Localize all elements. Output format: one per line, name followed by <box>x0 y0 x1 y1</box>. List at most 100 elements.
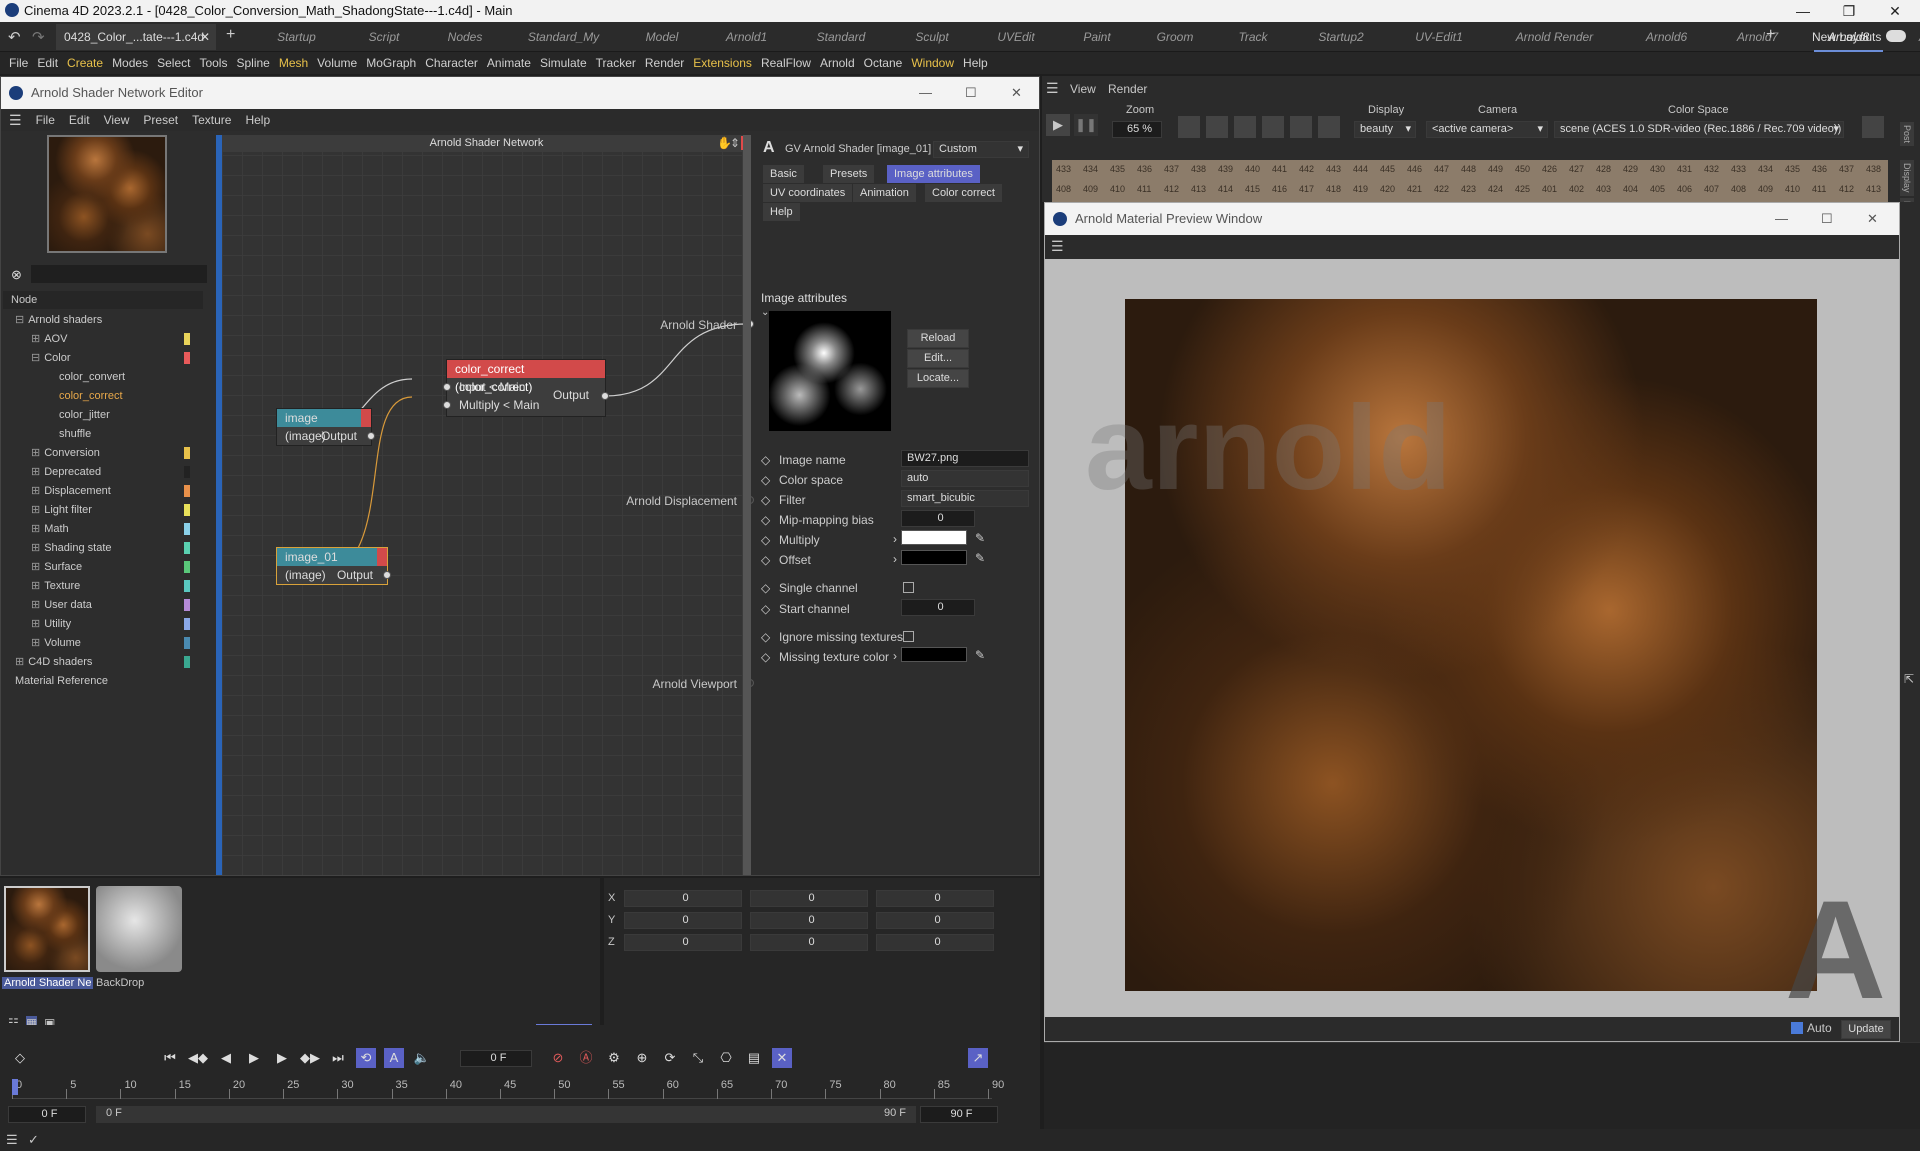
layout-tab-startup[interactable]: Startup <box>262 22 331 52</box>
minimize-button[interactable]: — <box>1775 203 1788 235</box>
layout-tab-standard[interactable]: Standard <box>803 22 879 52</box>
tab-uv-coordinates[interactable]: UV coordinates <box>763 184 853 202</box>
tree-item-arnold-shaders[interactable]: ⊟ Arnold shaders <box>15 311 102 329</box>
canvas-scrollbar[interactable] <box>743 135 751 875</box>
layout-tab-uvedit[interactable]: UVEdit <box>985 22 1047 52</box>
tree-expand-icon[interactable]: ⊟ <box>31 352 40 364</box>
menu-simulate[interactable]: Simulate <box>540 56 587 70</box>
camera-dropdown[interactable]: <active camera> ▾ <box>1426 121 1548 138</box>
menu-arnold[interactable]: Arnold <box>820 56 855 70</box>
tree-expand-icon[interactable]: ⊞ <box>15 656 24 668</box>
menu-render[interactable]: Render <box>645 56 684 70</box>
tree-expand-icon[interactable]: ⊞ <box>31 637 40 649</box>
expand-chevron-icon[interactable]: › <box>893 532 897 546</box>
minimize-button[interactable]: — <box>1780 0 1826 22</box>
render-pause-button[interactable]: ❚❚ <box>1074 114 1098 136</box>
undo-icon[interactable]: ↶ <box>8 28 21 46</box>
material-thumb-arnold[interactable] <box>4 886 90 972</box>
material-label-arnold[interactable]: Arnold Shader Ne <box>2 977 94 989</box>
tree-item-aov[interactable]: ⊞ AOV <box>31 330 67 348</box>
start-channel-field[interactable]: 0 <box>901 599 975 616</box>
node-image-01-output-port[interactable] <box>383 571 391 579</box>
keyframe-icon[interactable]: ◇ <box>761 513 770 527</box>
offset-color-swatch[interactable] <box>901 550 967 565</box>
menu-spline[interactable]: Spline <box>236 56 269 70</box>
layout-tab-arnold7[interactable]: Arnold7 <box>1723 22 1792 52</box>
view-menu[interactable]: View <box>1070 82 1096 96</box>
tree-item-shuffle[interactable]: shuffle <box>47 425 91 443</box>
playhead[interactable] <box>12 1079 18 1095</box>
display-dropdown[interactable]: beauty ▾ <box>1354 121 1416 138</box>
coord-field-y[interactable]: 0 <box>876 912 994 929</box>
close-button[interactable]: ✕ <box>1872 0 1918 22</box>
start-frame-field[interactable]: 0 F <box>8 1106 86 1123</box>
render-play-button[interactable]: ▶ <box>1046 114 1070 136</box>
node-search-input[interactable] <box>31 265 207 283</box>
layout-tab-arnold-render[interactable]: Arnold Render <box>1499 22 1610 52</box>
clear-search-icon[interactable]: ⊗ <box>11 267 22 283</box>
next-frame-icon[interactable]: ▶ <box>272 1048 292 1068</box>
keyframe-mode-icon[interactable]: ◇ <box>10 1048 30 1068</box>
material-label-backdrop[interactable]: BackDrop <box>96 977 144 989</box>
play-icon[interactable]: ▶ <box>244 1048 264 1068</box>
coord-field-y[interactable]: 0 <box>624 912 742 929</box>
coord-field-x[interactable]: 0 <box>750 890 868 907</box>
menu-extensions[interactable]: Extensions <box>693 56 752 70</box>
close-button[interactable]: ✕ <box>1011 77 1022 109</box>
tree-item-volume[interactable]: ⊞ Volume <box>31 634 81 652</box>
layout-tab-startup2[interactable]: Startup2 <box>1303 22 1379 52</box>
coord-field-x[interactable]: 0 <box>624 890 742 907</box>
se-menu-texture[interactable]: Texture <box>192 109 231 131</box>
param-key-icon[interactable]: ⎔ <box>716 1048 736 1068</box>
close-button[interactable]: ✕ <box>1867 203 1878 235</box>
maximize-button[interactable]: ☐ <box>1821 203 1833 235</box>
expand-chevron-icon[interactable]: › <box>893 552 897 566</box>
globe-icon[interactable] <box>1234 116 1256 138</box>
menu-realflow[interactable]: RealFlow <box>761 56 811 70</box>
keyframe-selection-icon[interactable]: ⚙ <box>604 1048 624 1068</box>
reload-button[interactable]: Reload <box>907 329 969 348</box>
tree-expand-icon[interactable]: ⊞ <box>31 447 40 459</box>
menu-edit[interactable]: Edit <box>37 56 58 70</box>
expand-chevron-icon[interactable]: › <box>893 649 897 663</box>
record-icon[interactable]: ⊘ <box>548 1048 568 1068</box>
auto-keying-icon[interactable]: A <box>384 1048 404 1068</box>
tree-item-surface[interactable]: ⊞ Surface <box>31 558 82 576</box>
document-tab[interactable]: 0428_Color_...tate---1.c4d ✕ <box>56 24 216 50</box>
menu-mograph[interactable]: MoGraph <box>366 56 416 70</box>
minimize-button[interactable]: — <box>919 77 932 109</box>
tree-item-utility[interactable]: ⊞ Utility <box>31 615 71 633</box>
tree-item-math[interactable]: ⊞ Math <box>31 520 69 538</box>
node-image-output-port[interactable] <box>367 432 375 440</box>
sound-icon[interactable]: 🔈 <box>412 1048 432 1068</box>
tab-image-attributes[interactable]: Image attributes <box>887 165 980 183</box>
tab-presets[interactable]: Presets <box>823 165 875 183</box>
keyframe-icon[interactable]: ◇ <box>761 602 770 616</box>
layout-tab-model[interactable]: Model <box>634 22 690 52</box>
ignore-missing-checkbox[interactable] <box>903 631 914 642</box>
redo-icon[interactable]: ↷ <box>32 28 45 46</box>
eyedropper-icon[interactable]: ✎ <box>975 648 985 662</box>
brush-icon[interactable] <box>1318 116 1340 138</box>
maximize-button[interactable]: ☐ <box>965 77 977 109</box>
layout-tab-arnold1[interactable]: Arnold1 <box>712 22 781 52</box>
next-key-icon[interactable]: ◆▶ <box>300 1048 320 1068</box>
tree-item-c4d-shaders[interactable]: ⊞ C4D shaders <box>15 653 92 671</box>
point-level-icon[interactable]: ✕ <box>772 1048 792 1068</box>
go-to-end-icon[interactable]: ⏭ <box>328 1048 348 1068</box>
layout-tab-nodes[interactable]: Nodes <box>437 22 493 52</box>
hamburger-icon[interactable]: ☰ <box>9 109 22 131</box>
camera-snapshot-icon[interactable] <box>1862 116 1884 138</box>
se-menu-view[interactable]: View <box>104 109 130 131</box>
se-menu-file[interactable]: File <box>36 109 55 131</box>
coord-field-x[interactable]: 0 <box>876 890 994 907</box>
menu-mesh[interactable]: Mesh <box>279 56 308 70</box>
end-frame-field[interactable]: 90 F <box>920 1106 998 1123</box>
menu-animate[interactable]: Animate <box>487 56 531 70</box>
tree-item-deprecated[interactable]: ⊞ Deprecated <box>31 463 101 481</box>
tree-item-light-filter[interactable]: ⊞ Light filter <box>31 501 92 519</box>
update-button[interactable]: Update <box>1841 1020 1891 1039</box>
add-document-icon[interactable]: + <box>226 26 235 44</box>
se-menu-edit[interactable]: Edit <box>69 109 90 131</box>
eyedropper-icon[interactable]: ✎ <box>975 551 985 565</box>
